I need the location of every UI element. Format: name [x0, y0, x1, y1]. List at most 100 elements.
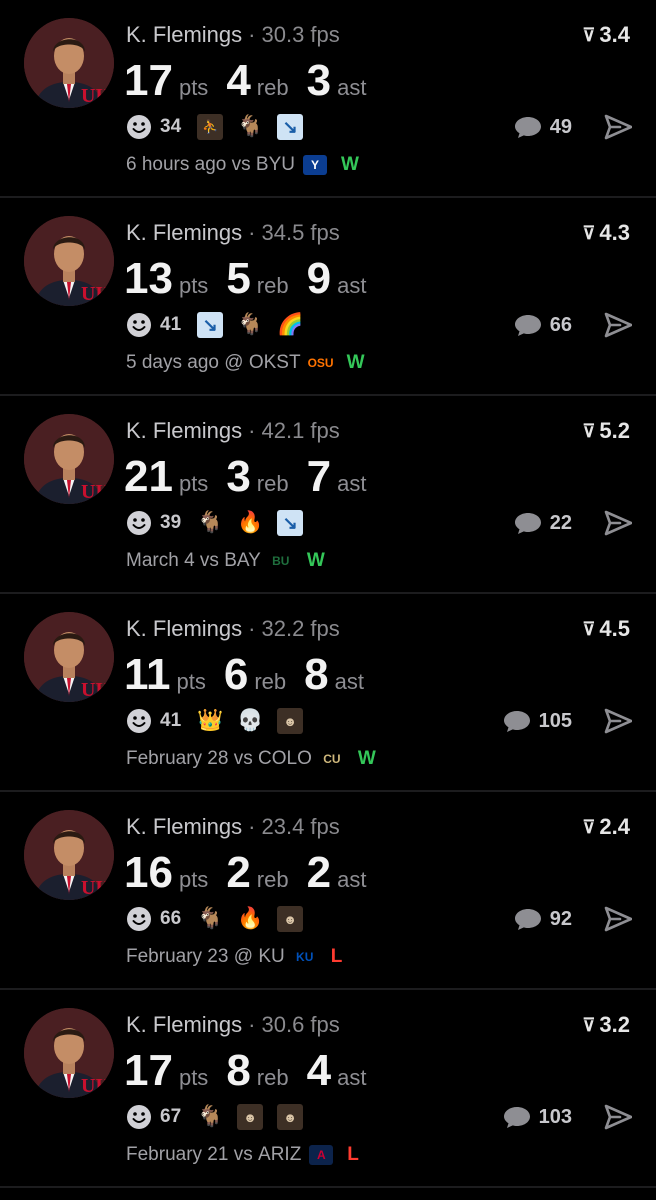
fps-value: 32.2 fps: [261, 616, 340, 641]
share-send-icon[interactable]: [604, 1104, 632, 1130]
player-name[interactable]: K. Flemings: [126, 220, 242, 245]
share-send-icon[interactable]: [604, 708, 632, 734]
rating-value: 2.4: [599, 814, 630, 839]
svg-text:UH: UH: [81, 679, 111, 701]
stat-line: 17 pts 4 reb 3 ast: [124, 56, 384, 106]
person-photo-icon[interactable]: ☻: [277, 906, 304, 932]
skull-icon[interactable]: 💀: [237, 708, 263, 734]
game-card-5[interactable]: UH K. Flemings · 23.4 fps ⊽ 2.4 16 pts 2 reb 2 a…: [0, 792, 656, 990]
reaction-emojis: 🐐 🔥 ↘: [197, 510, 317, 536]
opponent-name: ARIZ: [258, 1144, 302, 1165]
game-card-6[interactable]: UH K. Flemings · 30.6 fps ⊽ 3.2 17 pts 8 reb 4 a…: [0, 990, 656, 1188]
chart-decreasing-icon[interactable]: ↘: [277, 510, 304, 536]
stat-reb: 8 reb: [226, 1046, 288, 1096]
smiley-icon[interactable]: [126, 312, 152, 338]
comments-button[interactable]: 103: [503, 1102, 572, 1132]
crown-icon[interactable]: 👑: [197, 708, 223, 734]
share-send-icon[interactable]: [604, 906, 632, 932]
game-card-1[interactable]: UH K. Flemings · 30.3 fps ⊽ 3.4 17 pts 4 reb 3 a…: [0, 0, 656, 198]
chart-decreasing-icon[interactable]: ↘: [277, 114, 304, 140]
smiley-icon[interactable]: [126, 906, 152, 932]
rainbow-icon[interactable]: 🌈: [277, 312, 303, 338]
stat-line: 13 pts 5 reb 9 ast: [124, 254, 384, 304]
comments-button[interactable]: 66: [514, 310, 572, 340]
game-meta[interactable]: February 28 vs COLO CU W: [126, 748, 376, 770]
separator-dot: ·: [248, 1012, 256, 1037]
game-feed[interactable]: UH K. Flemings · 30.3 fps ⊽ 3.4 17 pts 4 reb 3 a…: [0, 0, 656, 1188]
goat-icon[interactable]: 🐐: [197, 906, 223, 932]
game-meta[interactable]: February 21 vs ARIZ A L: [126, 1144, 359, 1166]
reactions-bar[interactable]: 66 🐐 🔥 ☻: [126, 904, 317, 934]
player-name[interactable]: K. Flemings: [126, 22, 242, 47]
chart-decreasing-icon[interactable]: ↘: [197, 312, 224, 338]
player-name[interactable]: K. Flemings: [126, 616, 242, 641]
player-name[interactable]: K. Flemings: [126, 814, 242, 839]
svg-text:UH: UH: [81, 1075, 111, 1097]
player-photo-icon: UH: [24, 1008, 114, 1098]
game-meta[interactable]: 6 hours ago vs BYU Y W: [126, 154, 359, 176]
game-meta[interactable]: March 4 vs BAY BU W: [126, 550, 325, 572]
stat-value: 21: [124, 452, 173, 501]
player-avatar[interactable]: UH: [24, 810, 114, 900]
share-send-icon[interactable]: [604, 312, 632, 338]
reactions-bar[interactable]: 34 ⛹ 🐐 ↘: [126, 112, 317, 142]
person-photo-icon[interactable]: ☻: [277, 1104, 304, 1130]
fire-icon[interactable]: 🔥: [237, 510, 263, 536]
game-location-prefix: vs: [231, 154, 251, 175]
stat-value: 16: [124, 848, 173, 897]
stat-value: 2: [226, 848, 251, 897]
player-photo-icon[interactable]: ⛹: [197, 114, 224, 140]
player-name[interactable]: K. Flemings: [126, 1012, 242, 1037]
game-meta[interactable]: 5 days ago @ OKST OSU W: [126, 352, 365, 374]
goat-icon[interactable]: 🐐: [197, 510, 223, 536]
smiley-icon[interactable]: [126, 510, 152, 536]
game-meta[interactable]: February 23 @ KU KU L: [126, 946, 342, 968]
goat-icon[interactable]: 🐐: [197, 1104, 223, 1130]
reactions-bar[interactable]: 41 👑 💀 ☻: [126, 706, 317, 736]
goat-icon[interactable]: 🐐: [237, 114, 263, 140]
stat-pts: 17 pts: [124, 56, 208, 106]
fire-icon[interactable]: 🔥: [237, 906, 263, 932]
rating-value: 5.2: [599, 418, 630, 443]
reactions-bar[interactable]: 41 ↘ 🐐 🌈: [126, 310, 317, 340]
comment-bubble-icon: [514, 513, 541, 534]
person-photo-icon[interactable]: ☻: [277, 708, 304, 734]
fps-value: 34.5 fps: [261, 220, 340, 245]
smiley-icon[interactable]: [126, 1104, 152, 1130]
player-avatar[interactable]: UH: [24, 612, 114, 702]
comments-button[interactable]: 92: [514, 904, 572, 934]
player-name[interactable]: K. Flemings: [126, 418, 242, 443]
share-send-icon[interactable]: [604, 510, 632, 536]
svg-text:UH: UH: [81, 481, 111, 503]
player-avatar[interactable]: UH: [24, 18, 114, 108]
separator-dot: ·: [248, 616, 256, 641]
player-avatar[interactable]: UH: [24, 216, 114, 306]
smiley-icon[interactable]: [126, 114, 152, 140]
stat-label: pts: [178, 867, 209, 892]
comments-button[interactable]: 49: [514, 112, 572, 142]
stat-ast: 3 ast: [307, 56, 367, 106]
game-card-2[interactable]: UH K. Flemings · 34.5 fps ⊽ 4.3 13 pts 5 reb 9 a…: [0, 198, 656, 396]
comments-button[interactable]: 105: [503, 706, 572, 736]
comment-bubble-icon: [514, 315, 541, 336]
goat-icon[interactable]: 🐐: [237, 312, 263, 338]
reactions-bar[interactable]: 39 🐐 🔥 ↘: [126, 508, 317, 538]
game-card-3[interactable]: UH K. Flemings · 42.1 fps ⊽ 5.2 21 pts 3 reb 7 a…: [0, 396, 656, 594]
person-photo-icon[interactable]: ☻: [237, 1104, 264, 1130]
comments-button[interactable]: 22: [514, 508, 572, 538]
player-avatar[interactable]: UH: [24, 1008, 114, 1098]
stat-value: 8: [304, 650, 329, 699]
game-location-prefix: vs: [233, 748, 253, 769]
opponent-name: BAY: [224, 550, 261, 571]
share-send-icon[interactable]: [604, 114, 632, 140]
comment-count: 103: [538, 1105, 572, 1128]
stat-reb: 6 reb: [224, 650, 286, 700]
smiley-icon[interactable]: [126, 708, 152, 734]
player-photo-icon: UH: [24, 18, 114, 108]
stat-label: ast: [334, 669, 364, 694]
game-card-4[interactable]: UH K. Flemings · 32.2 fps ⊽ 4.5 11 pts 6 reb 8 a…: [0, 594, 656, 792]
rating-value: 3.4: [599, 22, 630, 47]
stat-label: pts: [176, 669, 206, 694]
player-avatar[interactable]: UH: [24, 414, 114, 504]
reactions-bar[interactable]: 67 🐐 ☻ ☻: [126, 1102, 317, 1132]
